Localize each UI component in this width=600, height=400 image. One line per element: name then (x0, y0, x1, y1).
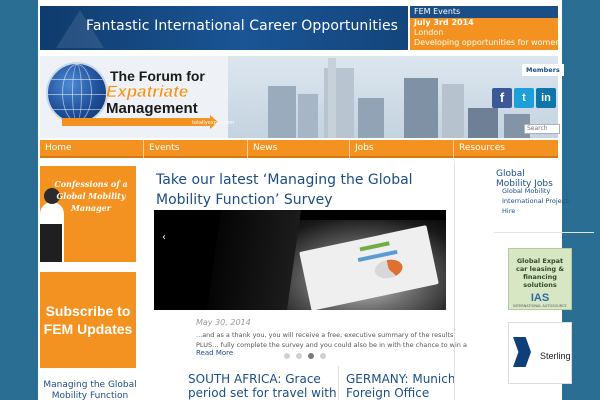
nav-item-events[interactable]: Events (144, 140, 248, 158)
search-input[interactable]: Search (524, 124, 560, 134)
nav-item-resources[interactable]: Resources (454, 140, 558, 158)
sidebar-divider (494, 232, 594, 233)
globe-logo-icon (46, 62, 108, 124)
featured-image-slider[interactable] (154, 210, 446, 310)
sterling-advert[interactable]: Sterling (508, 322, 572, 384)
news-item-south-africa[interactable]: SOUTH AFRICA: Grace period set for trave… (188, 372, 338, 400)
twitter-icon[interactable]: t (514, 88, 534, 108)
linkedin-icon[interactable]: in (536, 88, 556, 108)
career-banner-text: Fantastic International Career Opportuni… (86, 18, 399, 34)
job-listing-link[interactable]: Global Mobility International Project-Hi… (502, 186, 582, 216)
ias-advert[interactable]: Global Expat car leasing & financing sol… (508, 248, 572, 310)
slider-dot[interactable] (296, 353, 302, 359)
events-title: FEM Events (410, 6, 558, 18)
read-more-link[interactable]: Read More (196, 349, 233, 357)
main-article-title[interactable]: Take our latest ‘Managing the Global Mob… (156, 170, 456, 210)
ias-advert-text: Global Expat car leasing & financing sol… (515, 257, 565, 289)
facebook-icon[interactable]: f (492, 88, 512, 108)
person-body-decoration (40, 224, 62, 262)
nav-item-news[interactable]: News (248, 140, 350, 158)
events-city: London (414, 28, 444, 37)
slider-dot[interactable] (284, 353, 290, 359)
confessions-banner[interactable]: Confessions of a Global Mobility Manager (40, 166, 136, 262)
site-header: The Forum for Expatriate Management tota… (40, 56, 558, 138)
events-date: July 3rd 2014 (414, 18, 474, 27)
fem-events-box[interactable]: FEM Events July 3rd 2014 London Developi… (410, 6, 561, 50)
slider-dot[interactable] (320, 353, 326, 359)
fem-logo[interactable]: The Forum for Expatriate Management tota… (42, 60, 238, 134)
subscribe-banner[interactable]: Subscribe to FEM Updates (40, 272, 136, 368)
events-description: Developing opportunities for women (414, 38, 561, 47)
page: Fantastic International Career Opportuni… (38, 0, 594, 400)
sterling-logo-icon (513, 337, 531, 367)
chart-bar-decoration (359, 241, 390, 252)
post-date: May 30, 2014 (196, 318, 251, 327)
slider-dot[interactable] (308, 353, 314, 359)
nav-item-jobs[interactable]: Jobs (350, 140, 454, 158)
ias-logo-icon: IAS (530, 292, 550, 304)
logo-swoosh-decoration (62, 115, 218, 129)
logo-text-line2: Expatriate (106, 82, 189, 101)
post-excerpt: ...and as a thank you, you will receive … (196, 331, 467, 349)
pie-chart-decoration (373, 257, 405, 281)
members-button[interactable]: Members (522, 64, 564, 76)
ias-logo-subtext: INTERNATIONAL AUTOSOURCE (513, 304, 567, 308)
prev-arrow-icon[interactable]: ‹ (162, 232, 166, 243)
career-banner[interactable]: Fantastic International Career Opportuni… (40, 6, 408, 50)
logo-text-line3: Management (106, 100, 198, 117)
logo-url: totallyexpat.com (192, 120, 235, 126)
subscribe-text: Subscribe to FEM Updates (43, 303, 133, 337)
suit-image-decoration (206, 210, 302, 310)
left-link-managing-global-mobility[interactable]: Managing the Global Mobility Function (40, 380, 140, 400)
sterling-logo-text: Sterling (540, 351, 571, 361)
confessions-text: Confessions of a Global Mobility Manager (54, 179, 128, 213)
nav-item-home[interactable]: Home (40, 140, 144, 158)
main-nav: Home Events News Jobs Resources (40, 140, 558, 158)
